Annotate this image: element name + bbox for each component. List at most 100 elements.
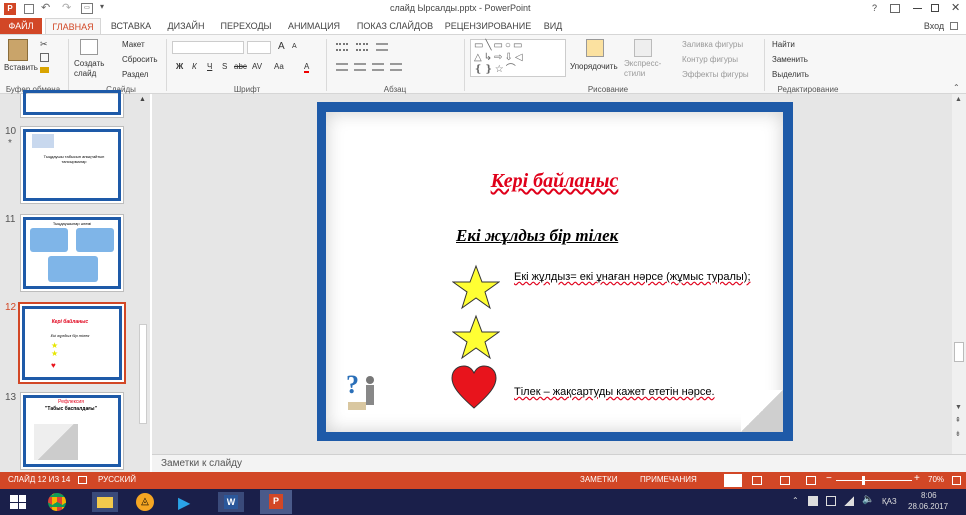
word-icon[interactable]: W (218, 492, 244, 512)
avast-icon[interactable]: ◬ (136, 493, 154, 511)
login-link[interactable]: Вход (920, 18, 948, 34)
media-player-icon[interactable]: ▶ (178, 493, 190, 513)
slide-thumbnail-13[interactable]: Рефлексия "Табыс баспалдағы" (20, 392, 124, 470)
next-slide-icon[interactable]: ⇟ (955, 430, 961, 438)
indent-icon[interactable] (376, 43, 388, 51)
ribbon-display-icon[interactable] (890, 4, 900, 13)
paste-button[interactable]: Вставить (4, 63, 38, 72)
slide-item-2[interactable]: Тілек – жақсартуды кажет ететін нәрсе. (514, 386, 754, 398)
tab-slideshow[interactable]: ПОКАЗ СЛАЙДОВ (350, 18, 440, 34)
start-slideshow-icon[interactable]: ▭ (81, 3, 93, 14)
bold-button[interactable]: Ж (176, 62, 183, 71)
tab-view[interactable]: ВИД (538, 18, 568, 34)
reading-view-icon[interactable] (780, 476, 790, 485)
slide-subtitle[interactable]: Екі жұлдыз бір тілек (456, 226, 618, 246)
slide-thumbnail-9[interactable] (20, 90, 124, 118)
thumbnails-scroll-thumb[interactable] (139, 324, 147, 424)
comments-button[interactable]: ПРИМЕЧАНИЯ (640, 475, 697, 484)
signal-icon[interactable] (844, 496, 854, 506)
prev-slide-icon[interactable]: ⇞ (955, 416, 961, 424)
input-language[interactable]: ҚАЗ (882, 497, 897, 506)
underline-button[interactable]: Ч (207, 62, 212, 71)
copy-icon[interactable] (40, 53, 49, 62)
slide-title[interactable]: Кері байланыс (326, 170, 783, 193)
font-name-field[interactable] (172, 41, 244, 54)
language-indicator[interactable]: РУССКИЙ (98, 475, 136, 484)
align-right-icon[interactable] (372, 63, 384, 71)
arrange-icon[interactable] (586, 39, 604, 57)
new-slide-button[interactable]: Создать слайд (74, 59, 106, 79)
shadow-button[interactable]: S (222, 62, 227, 71)
tab-animation[interactable]: АНИМАЦИЯ (280, 18, 348, 34)
thumbnails-scrollbar[interactable]: ▲ (138, 94, 148, 464)
tab-review[interactable]: РЕЦЕНЗИРОВАНИЕ (442, 18, 534, 34)
zoom-level[interactable]: 70% (928, 475, 944, 484)
cut-icon[interactable]: ✂ (40, 39, 48, 50)
fit-slide-icon[interactable] (952, 476, 961, 485)
shape-fill-button[interactable]: Заливка фигуры (682, 40, 743, 49)
notes-placeholder[interactable]: Заметки к слайду (161, 458, 242, 469)
close-icon[interactable]: ✕ (951, 1, 960, 14)
chrome-icon[interactable] (48, 493, 66, 511)
tab-design[interactable]: ДИЗАЙН (160, 18, 212, 34)
shape-outline-button[interactable]: Контур фигуры (682, 55, 738, 64)
quick-styles-icon[interactable] (634, 39, 652, 57)
zoom-slider-thumb[interactable] (861, 476, 865, 485)
notes-button[interactable]: ЗАМЕТКИ (580, 475, 617, 484)
section-button[interactable]: Раздел (122, 70, 148, 79)
shrink-font-button[interactable]: A (292, 43, 297, 50)
paste-icon[interactable] (8, 39, 28, 61)
italic-button[interactable]: К (192, 62, 197, 71)
case-button[interactable]: Aa (274, 62, 284, 71)
collapse-ribbon-icon[interactable]: ⌃ (953, 83, 960, 92)
new-slide-icon[interactable] (80, 39, 98, 55)
slide-sorter-icon[interactable] (752, 476, 762, 485)
slide-canvas[interactable]: Кері байланыс Екі жұлдыз бір тілек Екі ж… (317, 102, 793, 441)
align-left-icon[interactable] (336, 63, 348, 71)
network-icon[interactable] (826, 496, 836, 506)
find-button[interactable]: Найти (772, 40, 795, 49)
file-explorer-icon[interactable] (92, 492, 118, 512)
grow-font-button[interactable]: A (278, 41, 285, 52)
replace-button[interactable]: Заменить (772, 55, 808, 64)
reset-button[interactable]: Сбросить (122, 55, 158, 64)
save-icon[interactable] (24, 4, 34, 14)
scroll-down-icon[interactable]: ▼ (955, 404, 962, 411)
account-icon[interactable] (950, 22, 958, 30)
tab-file[interactable]: ФАЙЛ (0, 18, 42, 34)
tab-transitions[interactable]: ПЕРЕХОДЫ (214, 18, 278, 34)
minimize-icon[interactable] (913, 8, 922, 9)
spacing-button[interactable]: AV (252, 62, 262, 71)
zoom-in-button[interactable]: + (914, 473, 920, 484)
shape-effects-button[interactable]: Эффекты фигуры (682, 70, 749, 79)
normal-view-icon[interactable] (724, 474, 742, 487)
slide-item-1[interactable]: Екі жұлдыз= екі ұнаған нәрсе (жұмыс тура… (514, 270, 754, 284)
align-center-icon[interactable] (354, 63, 366, 71)
scroll-up-icon[interactable]: ▲ (955, 96, 962, 103)
tab-home[interactable]: ГЛАВНАЯ (45, 18, 101, 34)
restore-icon[interactable] (931, 4, 939, 12)
slideshow-view-icon[interactable] (806, 476, 816, 485)
slide-thumbnail-11[interactable]: Тыңдаушылар әлемі (20, 214, 124, 292)
font-size-field[interactable] (247, 41, 271, 54)
select-button[interactable]: Выделить (772, 70, 809, 79)
tray-icon[interactable] (808, 496, 818, 506)
bullets-icon[interactable] (336, 43, 348, 51)
zoom-out-button[interactable]: − (826, 473, 832, 484)
help-icon[interactable]: ? (872, 3, 877, 13)
font-color-button[interactable]: A (304, 62, 310, 73)
layout-button[interactable]: Макет (122, 40, 145, 49)
tray-up-icon[interactable]: ⌃ (792, 496, 799, 505)
editor-scrollbar[interactable]: ▲ ▼ ⇞ ⇟ (952, 94, 966, 454)
strikethrough-button[interactable]: abc (234, 62, 247, 71)
editor-scroll-thumb[interactable] (954, 342, 964, 362)
redo-icon[interactable]: ↷ (62, 1, 71, 14)
windows-start-icon[interactable] (10, 495, 26, 509)
clock-date[interactable]: 28.06.2017 (908, 502, 948, 511)
clock-time[interactable]: 8:06 (921, 491, 937, 500)
quick-styles-button[interactable]: Экспресс-стили (624, 59, 664, 79)
zoom-slider[interactable] (836, 476, 912, 485)
shapes-gallery[interactable]: ▭╲▭○▭ △↳⇨⇩◁ ❴❵☆⌒ (470, 39, 566, 77)
qat-customize-icon[interactable]: ▾ (100, 2, 104, 11)
spellcheck-icon[interactable] (78, 476, 87, 484)
